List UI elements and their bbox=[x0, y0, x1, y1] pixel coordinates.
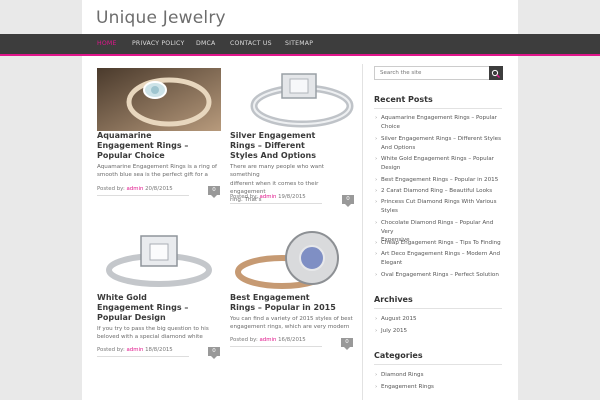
nav-privacy-policy[interactable]: PRIVACY POLICY bbox=[132, 40, 184, 47]
recent-post-link[interactable]: Best Engagement Rings – Popular in 2015 bbox=[374, 176, 502, 185]
post-title[interactable]: Silver Engagement Rings – Different Styles… bbox=[230, 131, 316, 161]
post-card: Silver Engagement Rings – Different Styles… bbox=[230, 68, 354, 207]
post-title[interactable]: White Gold Engagement Rings – Popular Desi… bbox=[97, 293, 188, 323]
post-author-link[interactable]: admin bbox=[259, 337, 276, 343]
divider bbox=[374, 308, 502, 309]
post-excerpt: You can find a variety of 2015 styles of… bbox=[230, 316, 353, 331]
comment-count-badge[interactable]: 0 bbox=[341, 338, 353, 350]
post-meta: Posted by: admin 19/8/2015 bbox=[230, 194, 322, 204]
search-icon bbox=[491, 69, 500, 78]
post-thumbnail-silver-ring[interactable] bbox=[230, 68, 354, 131]
recent-post-link[interactable]: Princess Cut Diamond Rings With VariousS… bbox=[374, 198, 502, 215]
post-excerpt: If you try to pass the big question to h… bbox=[97, 326, 209, 341]
post-thumbnail-aquamarine-ring[interactable] bbox=[97, 68, 221, 131]
post-meta: Posted by: admin 18/8/2015 bbox=[97, 347, 189, 357]
search-button[interactable] bbox=[489, 66, 503, 80]
post-thumbnail-partial[interactable] bbox=[120, 393, 200, 400]
archives-heading: Archives bbox=[374, 295, 413, 304]
post-thumbnail-partial[interactable] bbox=[255, 393, 345, 400]
category-link[interactable]: Diamond Rings bbox=[374, 371, 502, 380]
post-meta: Posted by: admin 16/8/2015 bbox=[230, 337, 322, 347]
archive-link[interactable]: July 2015 bbox=[374, 327, 502, 336]
search-input[interactable] bbox=[374, 66, 490, 80]
post-card: White Gold Engagement Rings – Popular Desi… bbox=[97, 230, 221, 360]
nav-home[interactable]: HOME bbox=[97, 40, 117, 47]
nav-dmca[interactable]: DMCA bbox=[196, 40, 215, 47]
recent-post-link[interactable]: White Gold Engagement Rings – PopularDes… bbox=[374, 155, 502, 172]
site-title[interactable]: Unique Jewelry bbox=[96, 8, 226, 28]
post-title[interactable]: Aquamarine Engagement Rings – Popular Choi… bbox=[97, 131, 188, 161]
post-meta: Posted by: admin 20/8/2015 bbox=[97, 186, 189, 196]
post-excerpt: Aquamarine Engagement Rings is a ring of… bbox=[97, 164, 218, 179]
post-author-link[interactable]: admin bbox=[259, 194, 276, 200]
recent-posts-heading: Recent Posts bbox=[374, 95, 433, 104]
comment-count-badge[interactable]: 0 bbox=[208, 347, 220, 359]
main-navigation: HOME PRIVACY POLICY DMCA CONTACT US SITE… bbox=[0, 34, 600, 56]
ring-image-icon bbox=[230, 68, 354, 131]
comment-count-badge[interactable]: 0 bbox=[342, 195, 354, 207]
comment-count-badge[interactable]: 0 bbox=[208, 186, 220, 198]
recent-post-link[interactable]: Aquamarine Engagement Rings – PopularCho… bbox=[374, 114, 502, 131]
recent-post-link[interactable]: 2 Carat Diamond Ring – Beautiful Looks bbox=[374, 187, 502, 196]
recent-post-link[interactable]: Silver Engagement Rings – Different Styl… bbox=[374, 135, 502, 152]
post-author-link[interactable]: admin bbox=[126, 347, 143, 353]
ring-image-icon bbox=[97, 68, 221, 131]
categories-heading: Categories bbox=[374, 351, 423, 360]
divider bbox=[374, 364, 502, 365]
post-card: Best Engagement Rings – Popular in 2015 Y… bbox=[230, 230, 354, 360]
nav-contact-us[interactable]: CONTACT US bbox=[230, 40, 272, 47]
ring-image-icon bbox=[230, 230, 354, 293]
ring-image-icon bbox=[97, 230, 221, 293]
post-thumbnail-white-gold-ring[interactable] bbox=[97, 230, 221, 293]
sidebar-divider bbox=[362, 64, 363, 400]
recent-post-link[interactable]: Cheap Engagement Rings – Tips To Finding bbox=[374, 239, 502, 248]
recent-post-link[interactable]: Art Deco Engagement Rings – Modern AndEl… bbox=[374, 250, 502, 267]
recent-post-link[interactable]: Oval Engagement Rings – Perfect Solution bbox=[374, 271, 502, 280]
category-link[interactable]: Engagement Rings bbox=[374, 383, 502, 392]
post-title[interactable]: Best Engagement Rings – Popular in 2015 bbox=[230, 293, 336, 313]
post-author-link[interactable]: admin bbox=[126, 186, 143, 192]
archive-link[interactable]: August 2015 bbox=[374, 315, 502, 324]
divider bbox=[374, 108, 502, 109]
post-thumbnail-sapphire-ring[interactable] bbox=[230, 230, 354, 293]
post-card: Aquamarine Engagement Rings – Popular Choi… bbox=[97, 68, 221, 198]
nav-sitemap[interactable]: SITEMAP bbox=[285, 40, 313, 47]
